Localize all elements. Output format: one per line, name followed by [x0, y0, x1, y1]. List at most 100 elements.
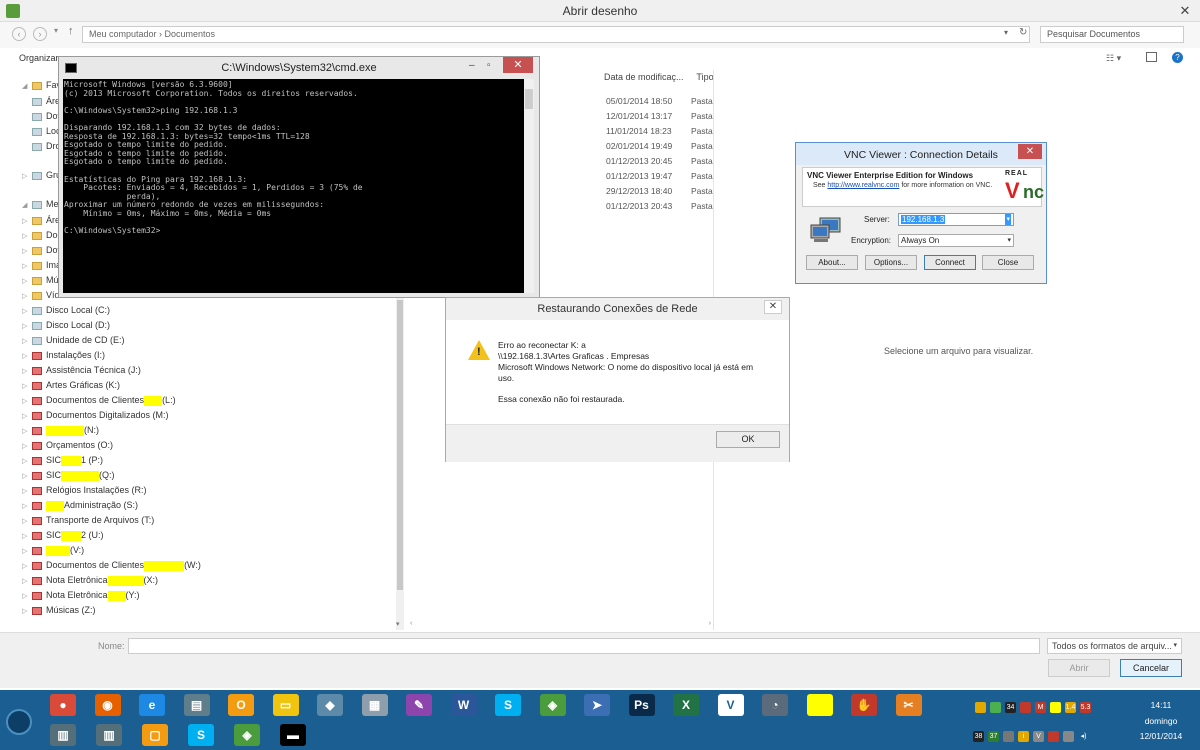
tree-drive[interactable]: ▷ SIC 2 (U:)	[22, 528, 104, 542]
tree-drive[interactable]: ▷ Documentos Digitalizados (M:)	[22, 408, 169, 422]
start-icon[interactable]	[6, 709, 32, 735]
expand-arrow-icon[interactable]: ▷	[22, 230, 32, 244]
tree-folder[interactable]: ▷ Víd	[22, 288, 60, 302]
file-row[interactable]: 01/12/2013 20:43 Pasta	[606, 201, 713, 211]
send-icon[interactable]: ➤	[584, 694, 610, 716]
tree-drive[interactable]: ▷ SIC 1 (P:)	[22, 453, 103, 467]
expand-arrow-icon[interactable]: ◢	[22, 199, 32, 213]
expand-arrow-icon[interactable]: ▷	[22, 395, 32, 409]
expand-arrow-icon[interactable]: ▷	[22, 425, 32, 439]
tray-icon[interactable]: 34	[1005, 702, 1016, 713]
tree-drive[interactable]: ▷ Músicas (Z:)	[22, 603, 96, 617]
tree-folder[interactable]: ▷ Ima	[22, 258, 61, 272]
tree-drive[interactable]: ▷ SIC (Q:)	[22, 468, 115, 482]
scroll-left-icon[interactable]: ‹	[410, 620, 412, 627]
expand-arrow-icon[interactable]: ▷	[22, 500, 32, 514]
expand-arrow-icon[interactable]: ▷	[22, 305, 32, 319]
network-icon[interactable]: ▥	[50, 724, 76, 746]
address-dropdown-icon[interactable]: ▾	[1004, 28, 1008, 37]
close-button[interactable]: Close	[982, 255, 1034, 270]
tree-favorite-item[interactable]: Dro	[22, 139, 61, 153]
expand-arrow-icon[interactable]: ▷	[22, 485, 32, 499]
expand-arrow-icon[interactable]: ▷	[22, 530, 32, 544]
tree-drive[interactable]: ▷ Instalações (I:)	[22, 348, 105, 362]
server-input[interactable]: 192.168.1.3 ▾	[898, 213, 1014, 226]
outlook-icon[interactable]: O	[228, 694, 254, 716]
glove-icon[interactable]: ✋	[851, 694, 877, 716]
tree-drive[interactable]: ▷ Disco Local (C:)	[22, 303, 110, 317]
expand-arrow-icon[interactable]: ▷	[22, 575, 32, 589]
encryption-select[interactable]: Always On ▾	[898, 234, 1014, 247]
expand-arrow-icon[interactable]: ▷	[22, 410, 32, 424]
chevron-down-icon[interactable]: ▾	[1007, 235, 1011, 246]
file-row[interactable]: 29/12/2013 18:40 Pasta	[606, 186, 713, 196]
expand-arrow-icon[interactable]: ▷	[22, 335, 32, 349]
expand-arrow-icon[interactable]: ▷	[22, 350, 32, 364]
tools-icon[interactable]: ✂	[895, 694, 922, 716]
network-2-icon[interactable]: ▥	[96, 724, 122, 746]
cmd-output[interactable]: Microsoft Windows [versão 6.3.9600] (c) …	[63, 79, 526, 293]
help-icon[interactable]: ?	[1172, 52, 1183, 63]
file-row[interactable]: 01/12/2013 20:45 Pasta	[606, 156, 713, 166]
tree-drive[interactable]: ▷ Relógios Instalações (R:)	[22, 483, 147, 497]
expand-arrow-icon[interactable]: ▷	[22, 215, 32, 229]
notes-icon[interactable]: ◆	[317, 694, 343, 716]
vnc-close-icon[interactable]: ✕	[1018, 144, 1042, 159]
ie-icon[interactable]: e	[139, 694, 165, 716]
tray-icon[interactable]: 38	[973, 731, 984, 742]
ok-button[interactable]: OK	[716, 431, 780, 448]
chrome-icon[interactable]: ●	[50, 694, 76, 716]
tray-icon[interactable]: 1.4	[1065, 702, 1076, 713]
files-icon[interactable]: ▤	[183, 694, 210, 716]
recent-dropdown-icon[interactable]: ▾	[54, 26, 58, 35]
tree-favorite-item[interactable]: Dov	[22, 109, 62, 123]
tray-icon[interactable]: M	[1035, 702, 1046, 713]
expand-arrow-icon[interactable]: ▷	[22, 515, 32, 529]
tree-drive[interactable]: ▷ (V:)	[22, 543, 84, 557]
clock-day[interactable]: domingo	[1128, 716, 1194, 726]
expand-arrow-icon[interactable]: ▷	[22, 440, 32, 454]
tree-folder[interactable]: ▷ Mú	[22, 273, 59, 287]
maximize-icon[interactable]: ▫	[487, 60, 491, 71]
cmd-scrollbar[interactable]	[524, 79, 534, 293]
tray-icon[interactable]	[1048, 731, 1059, 742]
tree-folder[interactable]: ▷ Dov	[22, 243, 62, 257]
calculator-icon[interactable]: ▦	[361, 694, 388, 716]
forward-icon[interactable]: ›	[33, 27, 47, 41]
file-type-select[interactable]: Todos os formatos de arquiv... ▾	[1047, 638, 1182, 654]
speedometer-icon[interactable]: ◔	[762, 694, 788, 716]
expand-arrow-icon[interactable]: ▷	[22, 320, 32, 334]
tree-drive[interactable]: ▷ Assistência Técnica (J:)	[22, 363, 141, 377]
tree-drive[interactable]: ▷ Nota Eletrônica (X:)	[22, 573, 158, 587]
expand-arrow-icon[interactable]: ▷	[22, 560, 32, 574]
vnc-icon[interactable]: V	[717, 694, 744, 716]
cmd-titlebar[interactable]: C:\Windows\System32\cmd.exe – ▫ ✕	[59, 57, 539, 79]
tree-drive[interactable]: ▷ Documentos de Clientes (L:)	[22, 393, 176, 407]
sketchup-2-icon[interactable]: ◈	[234, 724, 260, 746]
cmd-taskbar-icon[interactable]: ▬	[280, 724, 306, 746]
vnc-link[interactable]: http://www.realvnc.com	[827, 182, 899, 189]
expand-arrow-icon[interactable]: ▷	[22, 470, 32, 484]
expand-arrow-icon[interactable]: ▷	[22, 545, 32, 559]
tree-folder[interactable]: ▷ Áre	[22, 213, 60, 227]
tree-scrollbar-thumb[interactable]	[397, 300, 403, 590]
column-date[interactable]: Data de modificaç...	[604, 72, 684, 82]
expand-arrow-icon[interactable]: ▷	[22, 245, 32, 259]
skype-icon[interactable]: S	[495, 694, 521, 716]
expand-arrow-icon[interactable]: ▷	[22, 275, 32, 289]
file-row[interactable]: 01/12/2013 19:47 Pasta	[606, 171, 713, 181]
up-icon[interactable]: ↑	[68, 25, 74, 37]
tray-icon[interactable]: 37	[988, 731, 999, 742]
tray-icon[interactable]: V	[1033, 731, 1044, 742]
preview-pane-icon[interactable]	[1146, 52, 1157, 62]
refresh-icon[interactable]: ↻	[1019, 27, 1027, 38]
about-button[interactable]: About...	[806, 255, 858, 270]
expand-arrow-icon[interactable]: ▷	[22, 380, 32, 394]
address-bar[interactable]: Meu computador › Documentos	[82, 26, 1030, 43]
view-options-icon[interactable]: ☷ ▾	[1106, 53, 1121, 64]
tree-drive[interactable]: ▷ (N:)	[22, 423, 99, 437]
connect-button[interactable]: Connect	[924, 255, 976, 270]
excel-icon[interactable]: X	[673, 694, 699, 716]
tray-icon[interactable]	[1003, 731, 1014, 742]
dialog-close-button[interactable]: ✕	[1174, 2, 1196, 20]
